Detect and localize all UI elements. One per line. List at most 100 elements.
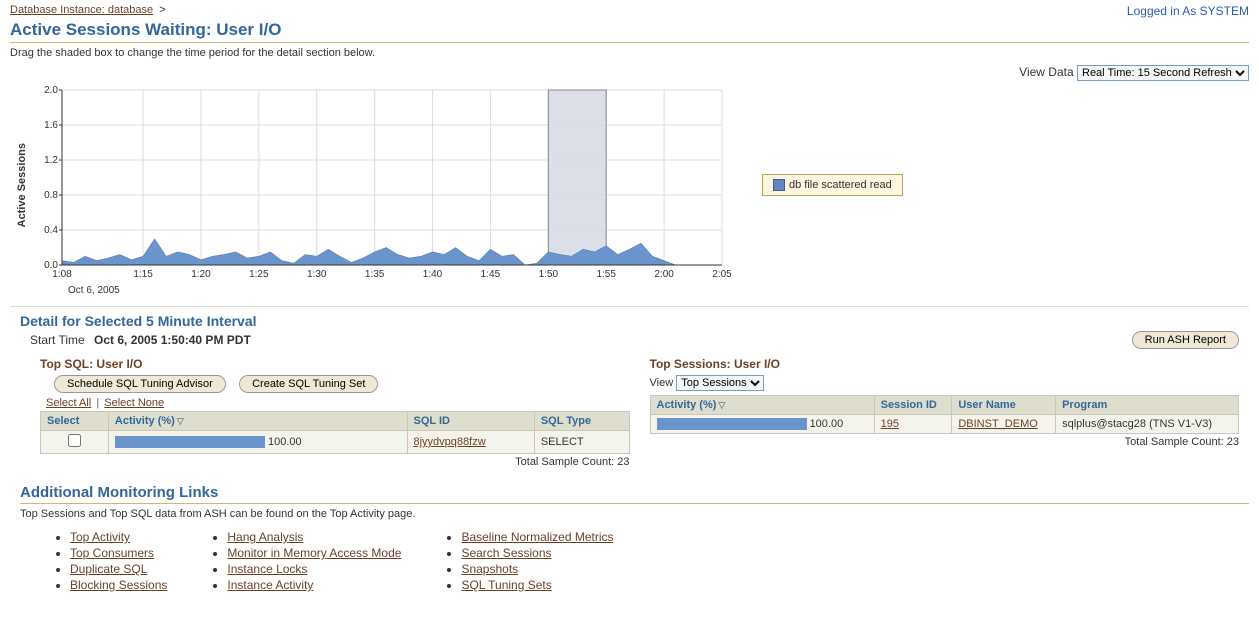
select-links-row: Select All | Select None (46, 397, 630, 409)
sql-type-value: SELECT (534, 431, 629, 454)
svg-text:1:45: 1:45 (481, 269, 501, 280)
create-sql-tuning-set-button[interactable]: Create SQL Tuning Set (239, 375, 378, 393)
top-sql-sample-count: Total Sample Count: 23 (40, 456, 630, 468)
select-links-sep: | (96, 397, 99, 409)
view-data-select[interactable]: Real Time: 15 Second Refresh (1077, 65, 1249, 81)
active-sessions-chart[interactable]: 0.00.40.81.21.62.01:081:151:201:251:301:… (32, 85, 732, 285)
col-program[interactable]: Program (1056, 396, 1239, 415)
view-data-row: View Data Real Time: 15 Second Refresh (10, 65, 1249, 81)
additional-links-desc: Top Sessions and Top SQL data from ASH c… (20, 508, 1249, 520)
list-item: Hang Analysis (227, 530, 401, 544)
instruction-text: Drag the shaded box to change the time p… (10, 47, 1249, 59)
svg-text:1:15: 1:15 (133, 269, 153, 280)
table-row: 100.00 8jyydvpq88fzw SELECT (41, 431, 630, 454)
legend-series-label: db file scattered read (789, 179, 892, 191)
col-sql-type[interactable]: SQL Type (534, 412, 629, 431)
section-separator (10, 306, 1249, 307)
links-col-2: Hang Analysis Monitor in Memory Access Mo… (207, 528, 401, 594)
activity-cell: 100.00 (108, 431, 407, 454)
col-activity[interactable]: Activity (%) (108, 412, 407, 431)
activity-bar (115, 436, 265, 448)
detail-heading: Detail for Selected 5 Minute Interval (20, 313, 1249, 329)
svg-text:1:35: 1:35 (365, 269, 385, 280)
monitoring-link[interactable]: Top Consumers (70, 546, 154, 560)
breadcrumb-instance-link[interactable]: Database Instance: database (10, 4, 153, 16)
additional-links-columns: Top Activity Top Consumers Duplicate SQL Bl… (10, 528, 1249, 594)
top-sessions-table: Activity (%) Session ID User Name Progra… (650, 395, 1240, 434)
table-row: 100.00 195 DBINST_DEMO sqlplus@stacg28 (TNS… (650, 415, 1239, 434)
col-user-name[interactable]: User Name (952, 396, 1056, 415)
monitoring-link[interactable]: Snapshots (461, 562, 518, 576)
detail-start-row: Start Time Oct 6, 2005 1:50:40 PM PDT Ru… (30, 331, 1239, 349)
title-rule (10, 42, 1249, 43)
monitoring-link[interactable]: Top Activity (70, 530, 130, 544)
col-select[interactable]: Select (41, 412, 109, 431)
list-item: Monitor in Memory Access Mode (227, 546, 401, 560)
additional-links-heading: Additional Monitoring Links (20, 484, 1249, 501)
session-id-link[interactable]: 195 (881, 418, 899, 430)
monitoring-link[interactable]: SQL Tuning Sets (461, 578, 551, 592)
monitoring-link[interactable]: Instance Activity (227, 578, 313, 592)
header-row: Database Instance: database > Logged in … (10, 4, 1249, 18)
svg-text:1:40: 1:40 (423, 269, 443, 280)
col-sess-activity[interactable]: Activity (%) (650, 396, 874, 415)
top-sql-heading: Top SQL: User I/O (40, 357, 630, 371)
svg-text:1:08: 1:08 (52, 269, 72, 280)
monitoring-link[interactable]: Blocking Sessions (70, 578, 167, 592)
breadcrumb: Database Instance: database > (10, 4, 166, 16)
list-item: Search Sessions (461, 546, 613, 560)
sql-id-link[interactable]: 8jyydvpq88fzw (414, 436, 486, 448)
select-all-link[interactable]: Select All (46, 397, 91, 409)
list-item: Instance Locks (227, 562, 401, 576)
user-name-link[interactable]: DBINST_DEMO (958, 418, 1037, 430)
list-item: Top Consumers (70, 546, 167, 560)
page-title: Active Sessions Waiting: User I/O (10, 20, 1249, 40)
chart-x-date: Oct 6, 2005 (68, 285, 1249, 296)
activity-bar (657, 418, 807, 430)
monitoring-link[interactable]: Monitor in Memory Access Mode (227, 546, 401, 560)
monitoring-link[interactable]: Baseline Normalized Metrics (461, 530, 613, 544)
row-select-checkbox[interactable] (68, 434, 81, 447)
svg-text:1:55: 1:55 (596, 269, 616, 280)
start-time-label: Start Time (30, 333, 85, 347)
activity-cell: 100.00 (650, 415, 874, 434)
links-col-3: Baseline Normalized Metrics Search Sessio… (441, 528, 613, 594)
top-sql-col: Top SQL: User I/O Schedule SQL Tuning Ad… (40, 353, 630, 468)
top-sql-table: Select Activity (%) SQL ID SQL Type 100.… (40, 411, 630, 454)
list-item: Top Activity (70, 530, 167, 544)
svg-text:1:30: 1:30 (307, 269, 327, 280)
top-sessions-sample-count: Total Sample Count: 23 (650, 436, 1240, 448)
run-ash-report-button[interactable]: Run ASH Report (1132, 331, 1239, 349)
svg-text:0.4: 0.4 (44, 225, 58, 236)
chart-holder: Active Sessions 0.00.40.81.21.62.01:081:… (16, 85, 1249, 285)
top-sessions-view-row: View Top Sessions (650, 375, 1240, 391)
list-item: Blocking Sessions (70, 578, 167, 592)
svg-text:1:25: 1:25 (249, 269, 269, 280)
col-sql-id[interactable]: SQL ID (407, 412, 534, 431)
monitoring-link[interactable]: Instance Locks (227, 562, 307, 576)
legend-swatch-icon (773, 179, 785, 191)
list-item: SQL Tuning Sets (461, 578, 613, 592)
svg-text:1:20: 1:20 (191, 269, 211, 280)
svg-text:0.8: 0.8 (44, 190, 58, 201)
breadcrumb-separator: > (159, 4, 165, 16)
chart-legend: db file scattered read (762, 174, 903, 196)
top-sql-button-row: Schedule SQL Tuning Advisor Create SQL T… (54, 375, 630, 393)
program-value: sqlplus@stacg28 (TNS V1-V3) (1056, 415, 1239, 434)
monitoring-link[interactable]: Duplicate SQL (70, 562, 147, 576)
top-sessions-heading: Top Sessions: User I/O (650, 357, 1240, 371)
svg-text:1.6: 1.6 (44, 120, 58, 131)
monitoring-link[interactable]: Search Sessions (461, 546, 551, 560)
svg-text:2:05: 2:05 (712, 269, 732, 280)
svg-text:2:00: 2:00 (654, 269, 674, 280)
svg-text:1:50: 1:50 (539, 269, 559, 280)
detail-two-col: Top SQL: User I/O Schedule SQL Tuning Ad… (10, 353, 1249, 468)
col-session-id[interactable]: Session ID (874, 396, 952, 415)
start-time-value: Oct 6, 2005 1:50:40 PM PDT (94, 333, 251, 347)
top-sessions-view-select[interactable]: Top Sessions (676, 375, 764, 391)
select-none-link[interactable]: Select None (104, 397, 164, 409)
schedule-sql-tuning-advisor-button[interactable]: Schedule SQL Tuning Advisor (54, 375, 226, 393)
monitoring-link[interactable]: Hang Analysis (227, 530, 303, 544)
top-sessions-view-label: View (650, 377, 674, 389)
list-item: Baseline Normalized Metrics (461, 530, 613, 544)
